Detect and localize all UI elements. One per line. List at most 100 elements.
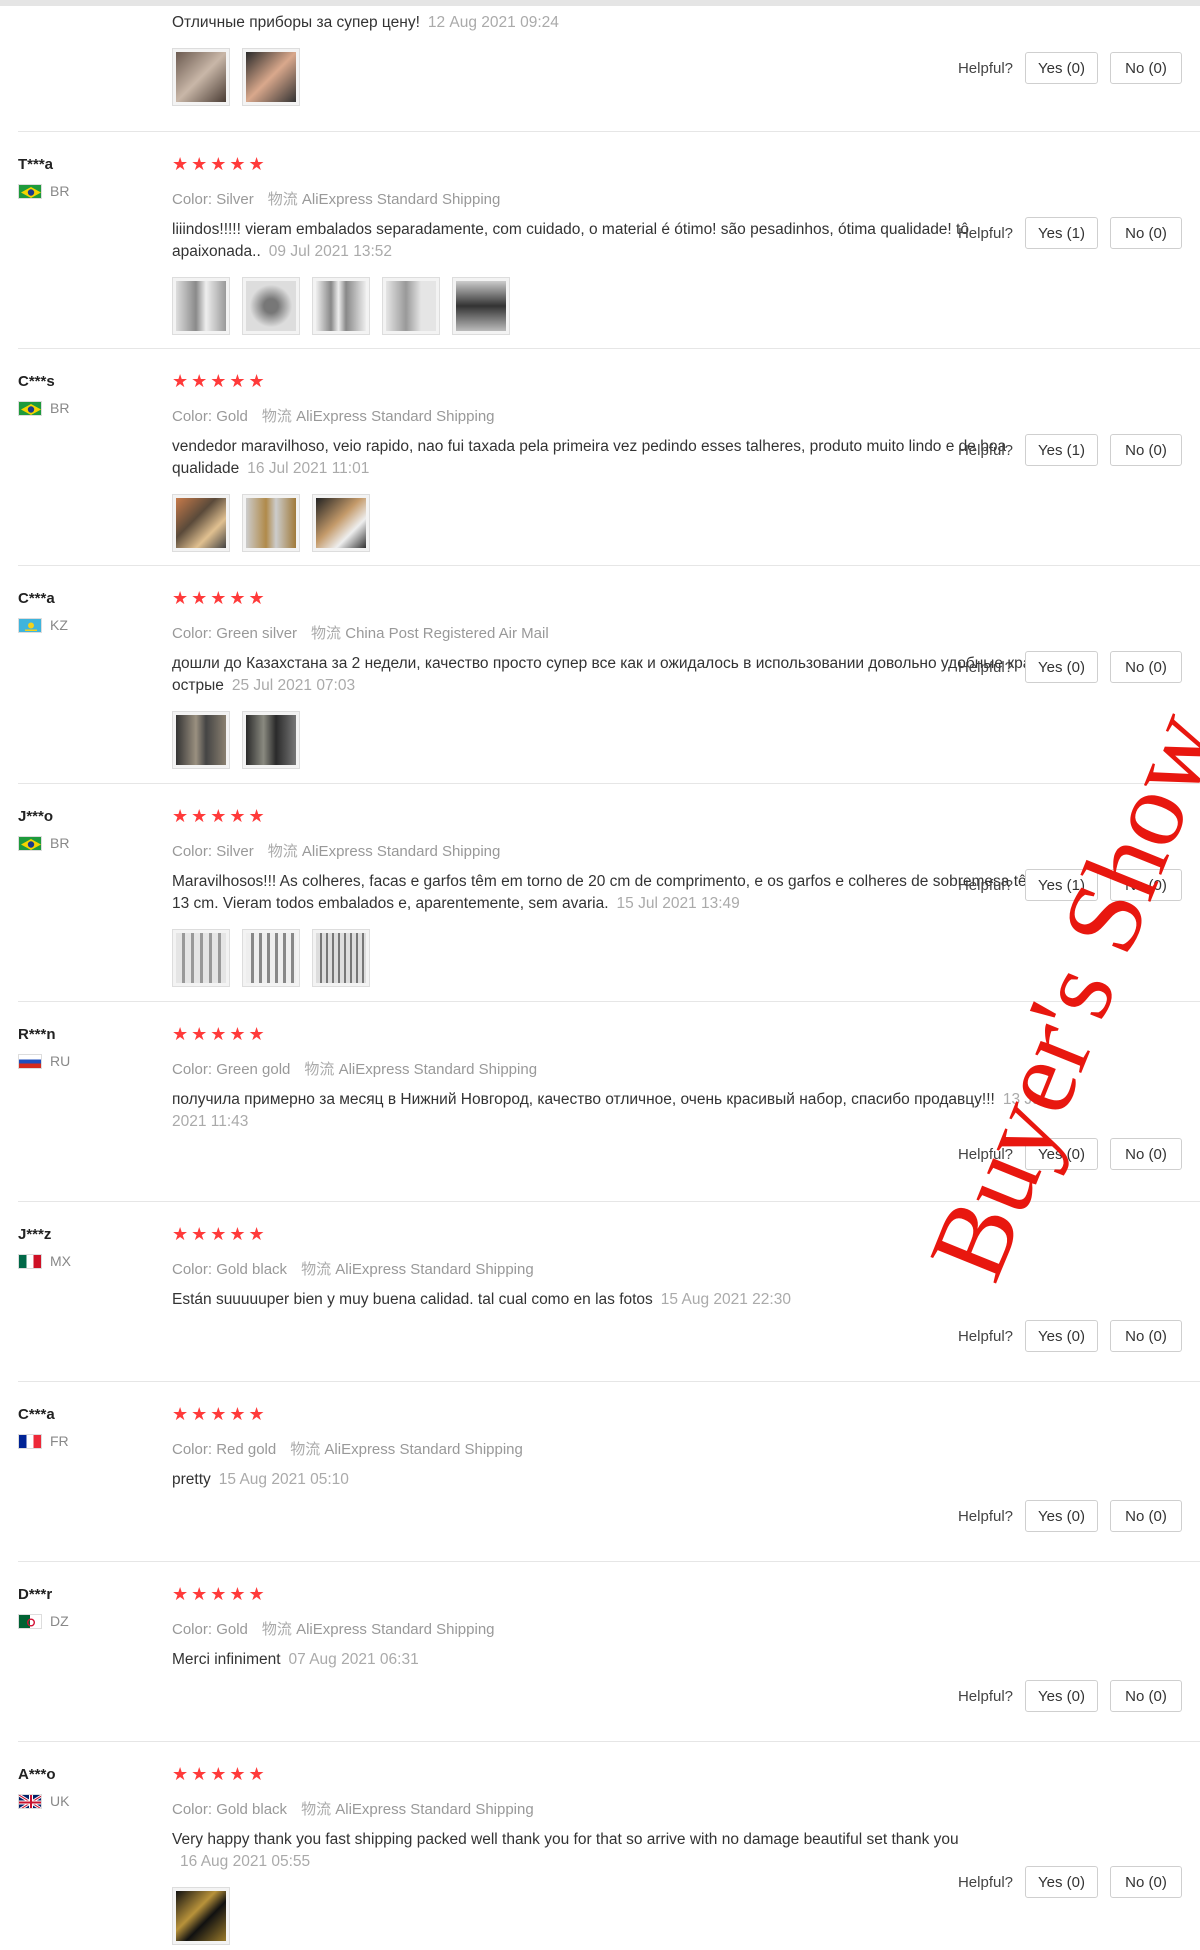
reviewer-country: MX <box>18 1253 138 1269</box>
helpful-yes-button[interactable]: Yes (0) <box>1025 1320 1098 1352</box>
helpful-no-button[interactable]: No (0) <box>1110 1320 1182 1352</box>
review-photo[interactable] <box>312 494 370 552</box>
review-body: ★★★★★ Color: Gold black 物流 AliExpress Sta… <box>172 1226 1072 1311</box>
rating-stars: ★★★★★ <box>172 1024 268 1045</box>
review-body: ★★★★★ Color: Silver 物流 AliExpress Standar… <box>172 808 1072 987</box>
rating-stars: ★★★★★ <box>172 588 268 609</box>
helpful-yes-button[interactable]: Yes (1) <box>1025 217 1098 249</box>
review-item: C***s BR ★★★★★ Color: Gold 物流 AliExpress … <box>0 349 1200 566</box>
reviewer: C***a FR <box>18 1406 138 1449</box>
helpful-row: Helpful? Yes (0) No (0) <box>958 52 1182 84</box>
review-photo[interactable] <box>172 1887 230 1945</box>
flag-br-icon <box>18 400 42 416</box>
helpful-yes-button[interactable]: Yes (1) <box>1025 434 1098 466</box>
helpful-label: Helpful? <box>957 1687 1014 1705</box>
review-body: Отличные приборы за супер цену! 12 Aug 20… <box>172 12 1072 106</box>
review-text: vendedor maravilhoso, veio rapido, nao f… <box>172 438 1007 477</box>
reviewer-country: KZ <box>18 617 138 633</box>
review-photos <box>172 277 1072 335</box>
helpful-label: Helpful? <box>957 1145 1014 1163</box>
rating-stars: ★★★★★ <box>172 1224 268 1245</box>
review-meta: Color: Green silver 物流 China Post Registe… <box>172 625 549 642</box>
helpful-no-button[interactable]: No (0) <box>1110 1500 1182 1532</box>
helpful-yes-button[interactable]: Yes (0) <box>1025 1680 1098 1712</box>
flag-kz-icon <box>18 617 42 633</box>
helpful-no-button[interactable]: No (0) <box>1110 217 1182 249</box>
review-text: Отличные приборы за супер цену! 12 Aug 20… <box>172 14 559 31</box>
helpful-label: Helpful? <box>957 1873 1014 1891</box>
review-photo[interactable] <box>172 494 230 552</box>
reviewer-country: BR <box>18 183 138 199</box>
shipping-icon: 物流 <box>261 1621 292 1638</box>
review-photo[interactable] <box>172 929 230 987</box>
review-item: C***a FR ★★★★★ Color: Red gold 物流 AliExpr… <box>0 1382 1200 1562</box>
helpful-row: Helpful? Yes (0) No (0) <box>958 651 1182 683</box>
review-photo[interactable] <box>242 277 300 335</box>
helpful-yes-button[interactable]: Yes (1) <box>1025 869 1098 901</box>
helpful-no-button[interactable]: No (0) <box>1110 651 1182 683</box>
review-item: D***r DZ ★★★★★ Color: Gold 物流 AliExpress … <box>0 1562 1200 1742</box>
shipping-icon: 物流 <box>267 191 298 208</box>
helpful-yes-button[interactable]: Yes (0) <box>1025 52 1098 84</box>
reviewer-country: BR <box>18 835 138 851</box>
review-item: R***n RU ★★★★★ Color: Green gold 物流 AliEx… <box>0 1002 1200 1202</box>
review-date: 16 Aug 2021 05:55 <box>180 1853 311 1870</box>
review-photo[interactable] <box>312 929 370 987</box>
helpful-yes-button[interactable]: Yes (0) <box>1025 1866 1098 1898</box>
review-photo[interactable] <box>242 494 300 552</box>
rating-stars: ★★★★★ <box>172 806 268 827</box>
review-photos <box>172 1887 1072 1945</box>
review-photos <box>172 711 1072 769</box>
helpful-no-button[interactable]: No (0) <box>1110 1138 1182 1170</box>
review-photo[interactable] <box>172 277 230 335</box>
review-date: 09 Jul 2021 13:52 <box>268 243 393 260</box>
review-body: ★★★★★ Color: Gold 物流 AliExpress Standard … <box>172 1586 1072 1671</box>
review-meta: Color: Gold 物流 AliExpress Standard Shippi… <box>172 1621 495 1638</box>
helpful-no-button[interactable]: No (0) <box>1110 1680 1182 1712</box>
rating-stars: ★★★★★ <box>172 371 268 392</box>
reviewer: R***n RU <box>18 1026 138 1069</box>
review-photo[interactable] <box>242 48 300 106</box>
review-photo[interactable] <box>452 277 510 335</box>
review-photo[interactable] <box>172 48 230 106</box>
review-body: ★★★★★ Color: Green gold 物流 AliExpress Sta… <box>172 1026 1072 1133</box>
reviewer-name: R***n <box>18 1026 56 1043</box>
helpful-label: Helpful? <box>957 1507 1014 1525</box>
review-body: ★★★★★ Color: Green silver 物流 China Post R… <box>172 590 1072 769</box>
review-photo[interactable] <box>382 277 440 335</box>
review-text: дошли до Казахстана за 2 недели, качеств… <box>172 655 1062 694</box>
flag-dz-icon <box>18 1613 42 1629</box>
rating-stars: ★★★★★ <box>172 1404 268 1425</box>
helpful-yes-button[interactable]: Yes (0) <box>1025 1500 1098 1532</box>
review-date: 16 Jul 2021 11:01 <box>247 460 370 477</box>
review-meta: Color: Silver 物流 AliExpress Standard Ship… <box>172 843 501 860</box>
review-photo[interactable] <box>242 711 300 769</box>
review-photo[interactable] <box>242 929 300 987</box>
flag-ru-icon <box>18 1053 42 1069</box>
reviewer: D***r DZ <box>18 1586 138 1629</box>
review-photo[interactable] <box>312 277 370 335</box>
flag-fr-icon <box>18 1433 42 1449</box>
helpful-no-button[interactable]: No (0) <box>1110 52 1182 84</box>
helpful-no-button[interactable]: No (0) <box>1110 434 1182 466</box>
helpful-row: Helpful? Yes (0) No (0) <box>958 1500 1182 1532</box>
reviewer: C***s BR <box>18 373 138 416</box>
review-date: 15 Jul 2021 13:49 <box>616 895 740 912</box>
review-item: Отличные приборы за супер цену! 12 Aug 20… <box>0 0 1200 132</box>
review-text: Merci infiniment 07 Aug 2021 06:31 <box>172 1651 419 1668</box>
review-meta: Color: Gold black 物流 AliExpress Standard … <box>172 1261 534 1278</box>
helpful-row: Helpful? Yes (0) No (0) <box>958 1138 1182 1170</box>
review-body: ★★★★★ Color: Gold 物流 AliExpress Standard … <box>172 373 1072 552</box>
reviewer-country: BR <box>18 400 138 416</box>
review-photo[interactable] <box>172 711 230 769</box>
review-text: liiindos!!!!! vieram embalados separadam… <box>172 221 969 260</box>
shipping-icon: 物流 <box>311 625 342 642</box>
helpful-no-button[interactable]: No (0) <box>1110 869 1182 901</box>
review-date: 15 Aug 2021 22:30 <box>660 1291 791 1308</box>
helpful-no-button[interactable]: No (0) <box>1110 1866 1182 1898</box>
helpful-yes-button[interactable]: Yes (0) <box>1025 651 1098 683</box>
review-text: получила примерно за месяц в Нижний Новг… <box>172 1091 1045 1130</box>
helpful-yes-button[interactable]: Yes (0) <box>1025 1138 1098 1170</box>
helpful-row: Helpful? Yes (1) No (0) <box>958 217 1182 249</box>
review-date: 12 Aug 2021 09:24 <box>427 14 559 31</box>
